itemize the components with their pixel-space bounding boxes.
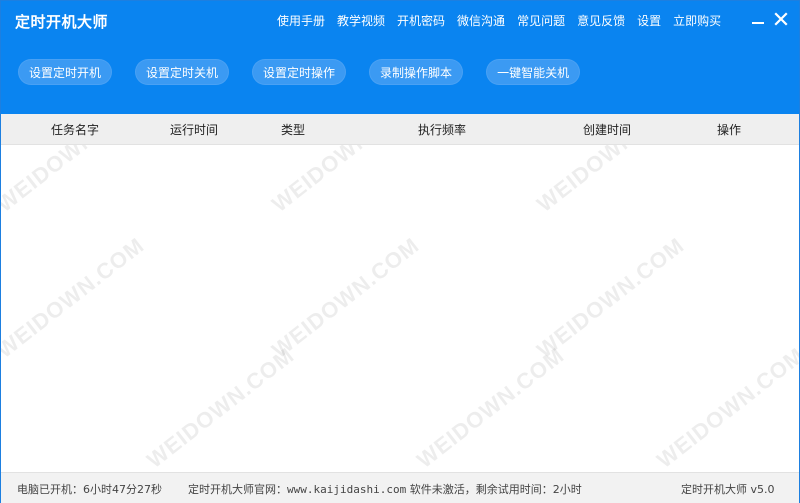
set-scheduled-action-button[interactable]: 设置定时操作: [252, 59, 347, 85]
menu-item-wechat[interactable]: 微信沟通: [457, 12, 505, 30]
official-site-label: 定时开机大师官网：: [188, 483, 287, 496]
menu-item-feedback[interactable]: 意见反馈: [577, 12, 625, 30]
smart-shutdown-button[interactable]: 一键智能关机: [486, 59, 581, 85]
trial-status-text: 软件未激活，剩余试用时间：2小时: [406, 483, 582, 496]
column-header-actions[interactable]: 操作: [717, 121, 741, 138]
watermark-text: WEIDOWN.COM: [532, 232, 690, 363]
watermark-text: WEIDOWN.COM: [267, 145, 425, 217]
menu-item-manual[interactable]: 使用手册: [277, 12, 325, 30]
top-menu: 使用手册 教学视频 开机密码 微信沟通 常见问题 意见反馈 设置 立即购买: [277, 12, 721, 30]
official-site-line: 定时开机大师官网：www.kaijidashi.com 软件未激活，剩余试用时间…: [188, 481, 582, 497]
record-script-button[interactable]: 录制操作脚本: [369, 59, 464, 85]
column-header-run-time[interactable]: 运行时间: [170, 121, 218, 138]
watermark-text: WEIDOWN.COM: [412, 342, 570, 471]
column-header-frequency[interactable]: 执行频率: [418, 121, 466, 138]
watermark-text: WEIDOWN.COM: [652, 342, 799, 471]
minimize-button[interactable]: [748, 9, 768, 29]
toolbar: 设置定时开机 设置定时关机 设置定时操作 录制操作脚本 一键智能关机: [18, 59, 581, 85]
column-header-created-time[interactable]: 创建时间: [583, 121, 631, 138]
watermark-text: WEIDOWN.COM: [142, 342, 300, 471]
menu-item-boot-password[interactable]: 开机密码: [397, 12, 445, 30]
official-site-link[interactable]: www.kaijidashi.com: [287, 483, 406, 496]
task-table-body: WEIDOWN.COM WEIDOWN.COM WEIDOWN.COM WEID…: [1, 145, 799, 471]
task-table-header: 任务名字 运行时间 类型 执行频率 创建时间 操作: [1, 114, 799, 145]
menu-item-settings[interactable]: 设置: [637, 12, 661, 30]
menu-item-buy-now[interactable]: 立即购买: [673, 12, 721, 30]
column-header-task-name[interactable]: 任务名字: [51, 121, 99, 138]
menu-item-tutorial-video[interactable]: 教学视频: [337, 12, 385, 30]
set-scheduled-shutdown-button[interactable]: 设置定时关机: [135, 59, 230, 85]
column-header-type[interactable]: 类型: [281, 121, 305, 138]
watermark-text: WEIDOWN.COM: [1, 145, 150, 217]
uptime-text: 电脑已开机：6小时47分27秒: [17, 483, 162, 496]
header-bar: 定时开机大师 使用手册 教学视频 开机密码 微信沟通 常见问题 意见反馈 设置 …: [1, 1, 799, 114]
version-text: 定时开机大师 v5.0: [681, 483, 775, 496]
app-title: 定时开机大师: [15, 13, 109, 31]
watermark-text: WEIDOWN.COM: [532, 145, 690, 217]
minimize-icon: [752, 22, 764, 24]
watermark-text: WEIDOWN.COM: [267, 232, 425, 363]
status-bar: 电脑已开机：6小时47分27秒 定时开机大师官网：www.kaijidashi.…: [1, 472, 799, 503]
app-window: 定时开机大师 使用手册 教学视频 开机密码 微信沟通 常见问题 意见反馈 设置 …: [0, 0, 800, 503]
close-button[interactable]: [771, 9, 791, 29]
close-icon: [774, 12, 788, 26]
menu-item-faq[interactable]: 常见问题: [517, 12, 565, 30]
watermark-text: WEIDOWN.COM: [1, 232, 150, 363]
set-scheduled-startup-button[interactable]: 设置定时开机: [18, 59, 113, 85]
